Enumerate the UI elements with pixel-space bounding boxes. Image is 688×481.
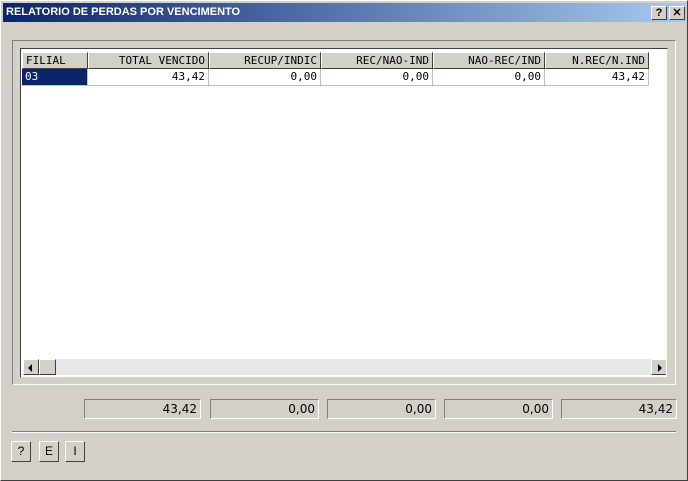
arrow-right-icon (658, 364, 662, 372)
column-header-nao-rec-ind[interactable]: NAO-REC/IND (433, 52, 545, 69)
column-header-n-rec-n-ind[interactable]: N.REC/N.IND (545, 52, 649, 69)
title-bar[interactable]: RELATORIO DE PERDAS POR VENCIMENTO ? ✕ (3, 3, 686, 22)
total-recup-indic: 0,00 (210, 399, 319, 419)
report-grid[interactable]: FILIAL TOTAL VENCIDO RECUP/INDIC REC/NAO… (20, 48, 668, 378)
column-header-filial[interactable]: FILIAL (22, 52, 88, 69)
scroll-right-button[interactable] (651, 359, 666, 375)
scroll-left-button[interactable] (23, 359, 39, 375)
cell-n-rec-n-ind[interactable]: 43,42 (545, 69, 649, 86)
total-nao-rec-ind: 0,00 (444, 399, 553, 419)
cell-nao-rec-ind[interactable]: 0,00 (433, 69, 545, 86)
total-total-vencido: 43,42 (84, 399, 201, 419)
help-title-button[interactable]: ? (651, 6, 667, 20)
separator (12, 431, 676, 433)
cell-rec-nao-ind[interactable]: 0,00 (321, 69, 433, 86)
column-header-total-vencido[interactable]: TOTAL VENCIDO (88, 52, 209, 69)
help-button[interactable]: ? (11, 441, 31, 462)
cell-recup-indic[interactable]: 0,00 (209, 69, 321, 86)
horizontal-scrollbar[interactable] (23, 359, 666, 375)
close-button[interactable]: ✕ (669, 6, 685, 20)
column-header-recup-indic[interactable]: RECUP/INDIC (209, 52, 321, 69)
cell-total-vencido[interactable]: 43,42 (88, 69, 209, 86)
report-window: RELATORIO DE PERDAS POR VENCIMENTO ? ✕ F… (0, 0, 688, 481)
cell-filial[interactable]: 03 (22, 69, 88, 86)
total-n-rec-n-ind: 43,42 (561, 399, 677, 419)
i-button[interactable]: I (65, 441, 85, 462)
scroll-thumb[interactable] (39, 359, 56, 375)
window-title: RELATORIO DE PERDAS POR VENCIMENTO (6, 6, 241, 18)
total-rec-nao-ind: 0,00 (327, 399, 436, 419)
grid-body: FILIAL TOTAL VENCIDO RECUP/INDIC REC/NAO… (22, 50, 666, 376)
e-button[interactable]: E (39, 441, 59, 462)
arrow-left-icon (28, 364, 32, 372)
column-header-rec-nao-ind[interactable]: REC/NAO-IND (321, 52, 433, 69)
